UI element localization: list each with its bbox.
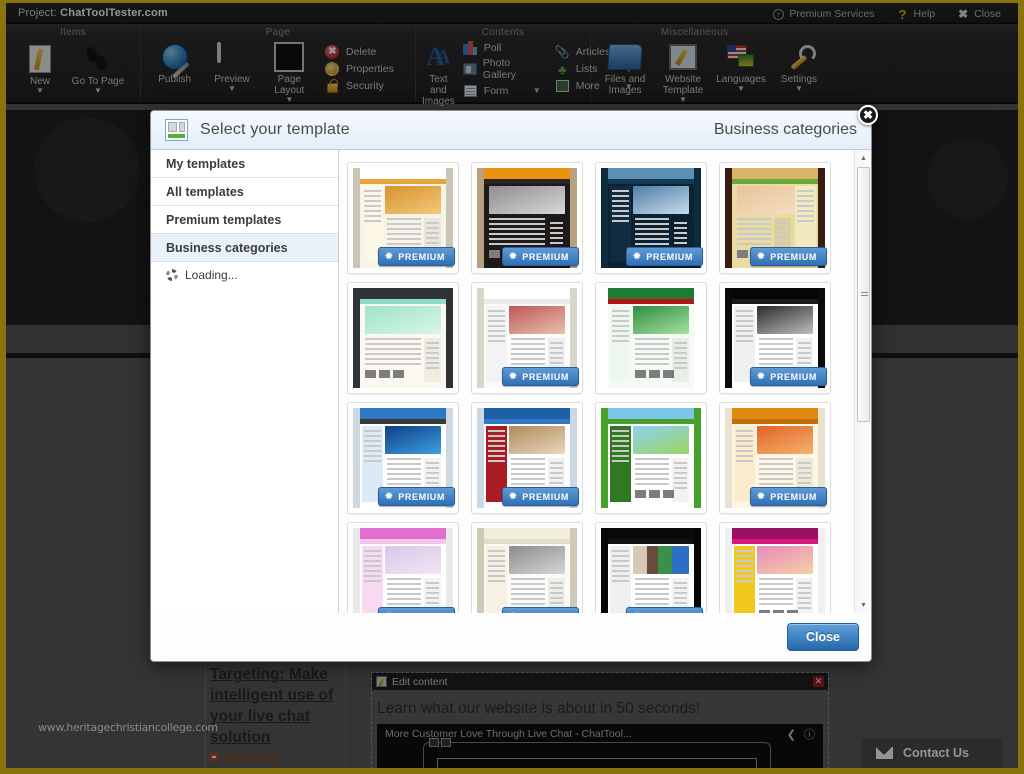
template-grid-wrapper: ✹ PREMIUM ✹ PREMIUM ✹ PREMIUM ✹ PREMIUM ✹ PREMIUM…: [339, 150, 871, 613]
premium-badge-label: PREMIUM: [522, 251, 569, 262]
template-preview-image: [725, 528, 825, 613]
premium-star-icon: ✹: [385, 251, 394, 261]
template-thumbnail: [601, 288, 701, 388]
premium-star-icon: ✹: [385, 491, 394, 501]
premium-badge: ✹ PREMIUM: [502, 247, 579, 266]
template-card[interactable]: [595, 282, 707, 394]
template-card[interactable]: ✹ PREMIUM: [347, 402, 459, 514]
dialog-header: Select your template Business categories: [151, 111, 871, 150]
premium-star-icon: ✹: [509, 251, 518, 261]
template-thumbnail: [601, 408, 701, 508]
loading-spinner-icon: [166, 269, 178, 281]
premium-star-icon: ✹: [633, 611, 641, 613]
dialog-body: My templates All templates Premium templ…: [151, 150, 871, 613]
premium-badge-label: PREMIUM: [770, 251, 817, 262]
template-card[interactable]: [347, 282, 459, 394]
premium-star-icon: ✹: [757, 251, 766, 261]
premium-star-icon: ✹: [633, 251, 642, 261]
dialog-footer: Close: [151, 613, 871, 661]
template-card[interactable]: ✹ PREMIUM: [471, 162, 583, 274]
premium-star-icon: ✹: [385, 611, 393, 613]
premium-badge: ✹ PREMIUM: [626, 247, 703, 266]
sidebar-item-all-templates[interactable]: All templates: [151, 178, 338, 206]
premium-star-icon: ✹: [509, 491, 518, 501]
sidebar-item-label: Business categories: [166, 240, 288, 255]
template-thumbnail: [477, 528, 577, 613]
select-template-dialog: Select your template Business categories…: [150, 110, 872, 662]
premium-badge: ✹ PREMIUM: [750, 367, 827, 386]
premium-badge: ✹ PREMIUM: [502, 487, 579, 506]
template-thumbnail: [353, 288, 453, 388]
template-card[interactable]: [595, 402, 707, 514]
premium-badge-label: PREMIUM: [522, 612, 569, 614]
dialog-title: Select your template: [200, 121, 350, 138]
premium-badge-label: PREMIUM: [646, 251, 693, 262]
premium-badge: ✹ PREMIUM: [502, 607, 579, 613]
premium-star-icon: ✹: [509, 371, 518, 381]
loading-label: Loading...: [185, 268, 238, 282]
template-grid: ✹ PREMIUM ✹ PREMIUM ✹ PREMIUM ✹ PREMIUM ✹ PREMIUM…: [339, 150, 853, 613]
template-card[interactable]: ✹ PREMIUM: [471, 402, 583, 514]
dialog-close-button[interactable]: Close: [786, 623, 859, 651]
sidebar-item-premium-templates[interactable]: Premium templates: [151, 206, 338, 234]
premium-badge-label: PREMIUM: [770, 491, 817, 502]
template-card[interactable]: ✹ PREMIUM: [471, 282, 583, 394]
template-window-icon: [165, 119, 188, 141]
sidebar-item-business-categories[interactable]: Business categories: [151, 234, 338, 262]
scroll-up-button[interactable]: ▲: [855, 150, 871, 166]
premium-badge-label: PREMIUM: [522, 491, 569, 502]
premium-badge: ✹ PREMIUM: [502, 367, 579, 386]
premium-badge: ✹ PREMIUM: [626, 607, 703, 613]
premium-badge: ✹ PREMIUM: [750, 487, 827, 506]
template-card[interactable]: ✹ PREMIUM: [719, 402, 831, 514]
premium-badge: ✹ PREMIUM: [378, 607, 455, 613]
premium-badge: ✹ PREMIUM: [378, 247, 455, 266]
premium-badge-label: PREMIUM: [646, 612, 693, 614]
premium-badge-label: PREMIUM: [770, 371, 817, 382]
premium-star-icon: ✹: [757, 491, 766, 501]
template-thumbnail: [601, 528, 701, 613]
dialog-category-label: Business categories: [713, 121, 857, 138]
application-window: www.heritagechristiancollege.com Targeti…: [0, 0, 1024, 774]
template-card[interactable]: ✹ PREMIUM: [471, 522, 583, 613]
sidebar-item-my-templates[interactable]: My templates: [151, 150, 338, 178]
premium-star-icon: ✹: [757, 371, 766, 381]
template-grid-scrollbar[interactable]: ▲ ▼: [854, 150, 871, 613]
sidebar-loading-row: Loading...: [151, 262, 338, 288]
template-preview-image: [601, 288, 701, 388]
template-preview-image: [477, 528, 577, 613]
template-card[interactable]: ✹ PREMIUM: [719, 282, 831, 394]
template-card[interactable]: ✹ PREMIUM: [595, 162, 707, 274]
template-card[interactable]: ✹ PREMIUM: [347, 162, 459, 274]
template-card[interactable]: ✹ PREMIUM: [719, 162, 831, 274]
scrollbar-thumb[interactable]: [857, 167, 870, 422]
premium-badge-label: PREMIUM: [398, 491, 445, 502]
scroll-down-button[interactable]: ▼: [855, 597, 871, 613]
premium-badge: ✹ PREMIUM: [378, 487, 455, 506]
template-preview-image: [601, 408, 701, 508]
premium-badge: ✹ PREMIUM: [750, 247, 827, 266]
template-preview-image: [601, 528, 701, 613]
dialog-sidebar: My templates All templates Premium templ…: [151, 150, 339, 613]
dialog-close-circle-icon[interactable]: ✖: [858, 105, 878, 125]
sidebar-item-label: My templates: [166, 156, 246, 171]
premium-badge-label: PREMIUM: [398, 612, 445, 614]
premium-badge-label: PREMIUM: [398, 251, 445, 262]
template-thumbnail: [725, 528, 825, 613]
template-thumbnail: [353, 528, 453, 613]
template-preview-image: [353, 528, 453, 613]
premium-badge-label: PREMIUM: [522, 371, 569, 382]
template-card[interactable]: ✹ PREMIUM: [347, 522, 459, 613]
premium-star-icon: ✹: [509, 611, 517, 613]
template-card[interactable]: ✹ PREMIUM: [595, 522, 707, 613]
sidebar-item-label: Premium templates: [166, 212, 282, 227]
template-card[interactable]: [719, 522, 831, 613]
sidebar-item-label: All templates: [166, 184, 244, 199]
template-preview-image: [353, 288, 453, 388]
